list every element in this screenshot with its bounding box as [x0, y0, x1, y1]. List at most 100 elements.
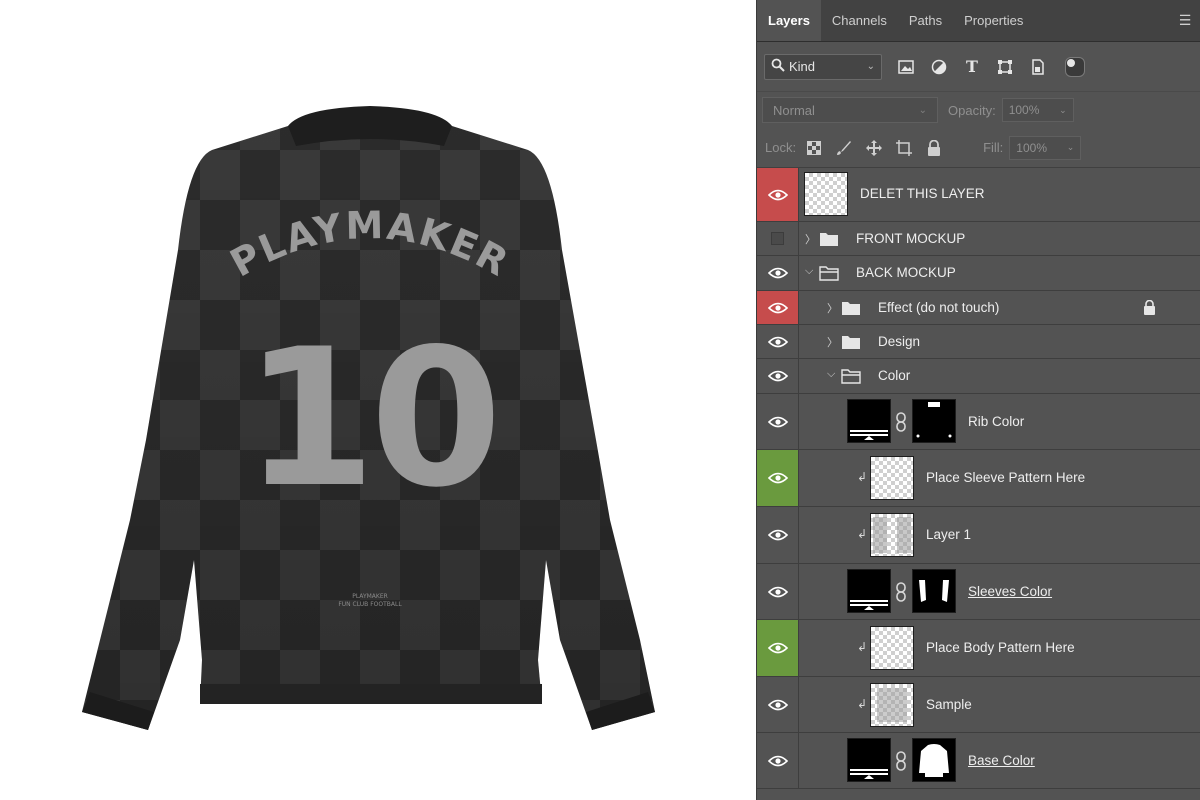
layer-row[interactable]: DELET THIS LAYER — [757, 168, 1200, 222]
shirt-mockup: PLAYMAKER 10 PLAYMAKER FUN CLUB FOOTBALL — [82, 106, 655, 730]
search-icon — [771, 58, 785, 75]
lock-icon — [1144, 300, 1155, 315]
blend-mode-value: Normal — [773, 102, 815, 118]
layer-name: Effect (do not touch) — [878, 300, 1000, 315]
label-line2: FUN CLUB FOOTBALL — [338, 601, 402, 608]
link-icon[interactable] — [895, 751, 907, 771]
number-print: 10 — [244, 308, 496, 529]
layer-row[interactable]: ↲ Sample — [757, 677, 1200, 733]
layer-name: Place Body Pattern Here — [926, 640, 1075, 655]
clipping-mask-icon: ↲ — [857, 527, 868, 541]
shape-filter-icon[interactable] — [995, 57, 1015, 77]
lock-all-icon[interactable] — [924, 138, 943, 157]
opacity-label: Opacity: — [948, 102, 996, 118]
image-filter-icon[interactable] — [896, 57, 916, 77]
layer-group-row[interactable]: 〉 Design — [757, 325, 1200, 359]
layer-group-row[interactable]: 〉 Effect (do not touch) — [757, 291, 1200, 325]
layer-row[interactable]: ↲ Layer 1 — [757, 507, 1200, 564]
chevron-right-icon[interactable]: 〉 — [805, 231, 816, 247]
visibility-eye-icon[interactable] — [757, 325, 799, 358]
panel-menu-icon[interactable]: ☰ — [1170, 0, 1200, 41]
fill-layer-thumbnail — [847, 569, 891, 613]
lock-label: Lock: — [765, 140, 797, 155]
layer-mask-thumbnail[interactable] — [912, 399, 956, 443]
tab-layers[interactable]: Layers — [757, 0, 821, 41]
layer-name: Layer 1 — [926, 527, 972, 542]
blend-mode-select[interactable]: Normal ⌄ — [762, 97, 938, 123]
layer-name: Base Color — [968, 753, 1035, 768]
layer-name: DELET THIS LAYER — [860, 186, 985, 201]
folder-icon — [842, 336, 860, 349]
chevron-down-icon: ⌄ — [1066, 142, 1075, 152]
type-filter-icon[interactable]: T — [962, 57, 982, 77]
filter-kind-select[interactable]: Kind ⌄ — [764, 53, 882, 80]
tab-channels[interactable]: Channels — [821, 0, 898, 41]
fill-value: 100% — [1016, 140, 1047, 155]
link-icon[interactable] — [895, 412, 907, 432]
lock-artboard-icon[interactable] — [894, 138, 913, 157]
layer-name: Place Sleeve Pattern Here — [926, 470, 1086, 485]
visibility-eye-icon[interactable] — [757, 394, 799, 449]
layer-group-row[interactable]: ⌵ BACK MOCKUP — [757, 256, 1200, 291]
visibility-eye-icon[interactable] — [757, 450, 799, 506]
blend-row: Normal ⌄ Opacity: 100% ⌄ — [757, 92, 1200, 128]
layer-name: Sleeves Color — [968, 584, 1053, 599]
layers-panel: Layers Channels Paths Properties ☰ Kind … — [756, 0, 1200, 800]
layer-name: Design — [878, 334, 921, 349]
folder-open-icon — [819, 266, 839, 281]
visibility-eye-icon[interactable] — [757, 256, 799, 290]
layer-thumbnail — [804, 172, 848, 216]
visibility-toggle[interactable] — [757, 222, 799, 255]
link-icon[interactable] — [895, 582, 907, 602]
layer-row[interactable]: Rib Color — [757, 394, 1200, 450]
layer-row[interactable]: ↲ Place Sleeve Pattern Here — [757, 450, 1200, 507]
visibility-eye-icon[interactable] — [757, 291, 799, 324]
visibility-eye-icon[interactable] — [757, 507, 799, 563]
folder-icon — [842, 302, 860, 315]
filter-kind-label: Kind — [789, 59, 816, 74]
label-line1: PLAYMAKER — [352, 593, 388, 600]
layer-mask-thumbnail[interactable] — [912, 569, 956, 613]
visibility-eye-icon[interactable] — [757, 733, 799, 788]
layer-mask-thumbnail[interactable] — [912, 738, 956, 782]
layer-row[interactable]: Sleeves Color — [757, 564, 1200, 620]
layer-list: DELET THIS LAYER 〉 FRONT MOCKUP ⌵ BACK M… — [757, 168, 1200, 789]
filter-toggle[interactable] — [1065, 56, 1085, 77]
chevron-down-icon: ⌄ — [918, 104, 927, 116]
hem-rib — [200, 684, 542, 704]
visibility-eye-icon[interactable] — [757, 168, 799, 221]
fill-label: Fill: — [983, 140, 1004, 155]
visibility-eye-icon[interactable] — [757, 564, 799, 619]
tab-properties[interactable]: Properties — [953, 0, 1034, 41]
clipping-mask-icon: ↲ — [857, 697, 868, 711]
visibility-eye-icon[interactable] — [757, 359, 799, 393]
chevron-down-icon[interactable]: ⌵ — [827, 368, 835, 381]
visibility-eye-icon[interactable] — [757, 677, 799, 732]
lock-position-icon[interactable] — [864, 138, 883, 157]
layer-row[interactable]: Base Color — [757, 733, 1200, 789]
tab-paths[interactable]: Paths — [898, 0, 953, 41]
layer-name: Color — [878, 368, 911, 383]
chevron-down-icon: ⌄ — [866, 61, 875, 72]
smart-object-filter-icon[interactable] — [1028, 57, 1048, 77]
chevron-down-icon[interactable]: ⌵ — [805, 265, 813, 278]
chevron-right-icon[interactable]: 〉 — [827, 334, 838, 350]
opacity-value: 100% — [1008, 103, 1040, 117]
layer-thumbnail — [870, 513, 914, 557]
visibility-eye-icon[interactable] — [757, 620, 799, 676]
lock-pixels-icon[interactable] — [834, 138, 853, 157]
adjustment-filter-icon[interactable] — [929, 57, 949, 77]
layer-group-row[interactable]: 〉 FRONT MOCKUP — [757, 222, 1200, 256]
clipping-mask-icon: ↲ — [857, 470, 868, 484]
fill-field[interactable]: 100% ⌄ — [1009, 135, 1082, 160]
chevron-right-icon[interactable]: 〉 — [827, 300, 838, 316]
lock-transparency-icon[interactable] — [804, 138, 823, 157]
layer-row[interactable]: ↲ Place Body Pattern Here — [757, 620, 1200, 677]
panel-tabs: Layers Channels Paths Properties ☰ — [757, 0, 1200, 42]
layer-thumbnail — [870, 626, 914, 670]
filter-row: Kind ⌄ T — [757, 42, 1200, 92]
layer-group-row[interactable]: ⌵ Color — [757, 359, 1200, 394]
opacity-field[interactable]: 100% ⌄ — [1001, 98, 1074, 122]
folder-icon — [820, 233, 838, 246]
layer-name: Rib Color — [968, 414, 1025, 429]
